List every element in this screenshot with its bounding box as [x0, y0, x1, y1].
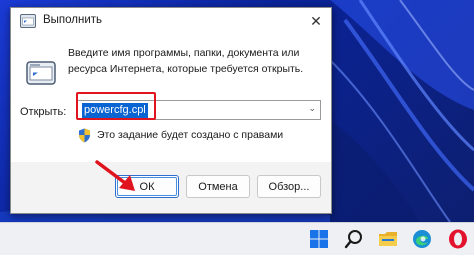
browse-button[interactable]: Обзор... [257, 175, 321, 198]
edge-icon[interactable] [412, 229, 432, 249]
search-icon[interactable] [344, 229, 364, 249]
close-button[interactable]: ✕ [301, 8, 331, 34]
cancel-button-label: Отмена [198, 180, 238, 193]
dialog-description: Введите имя программы, папки, документа … [68, 47, 304, 75]
open-label: Открыть: [20, 106, 67, 118]
opera-icon[interactable] [448, 229, 468, 249]
admin-note: Это задание будет создано с правами [97, 129, 284, 141]
dialog-body: Введите имя программы, папки, документа … [11, 34, 331, 162]
run-app-icon [20, 14, 36, 28]
dialog-titlebar[interactable]: Выполнить ✕ [11, 8, 331, 34]
run-program-icon [26, 61, 56, 85]
dialog-title: Выполнить [43, 14, 103, 26]
windows-start-icon[interactable] [309, 229, 329, 249]
close-icon: ✕ [310, 12, 322, 29]
file-explorer-icon[interactable] [378, 229, 398, 249]
annotation-arrow-icon [95, 160, 135, 191]
taskbar [0, 222, 474, 255]
browse-button-label: Обзор... [268, 180, 310, 193]
run-dialog: Выполнить ✕ Введите имя программы, папки… [10, 7, 332, 214]
annotation-highlight-box [76, 92, 156, 120]
shield-icon [79, 128, 90, 143]
chevron-down-icon[interactable]: ⌄ [308, 103, 316, 114]
cancel-button[interactable]: Отмена [186, 175, 250, 198]
